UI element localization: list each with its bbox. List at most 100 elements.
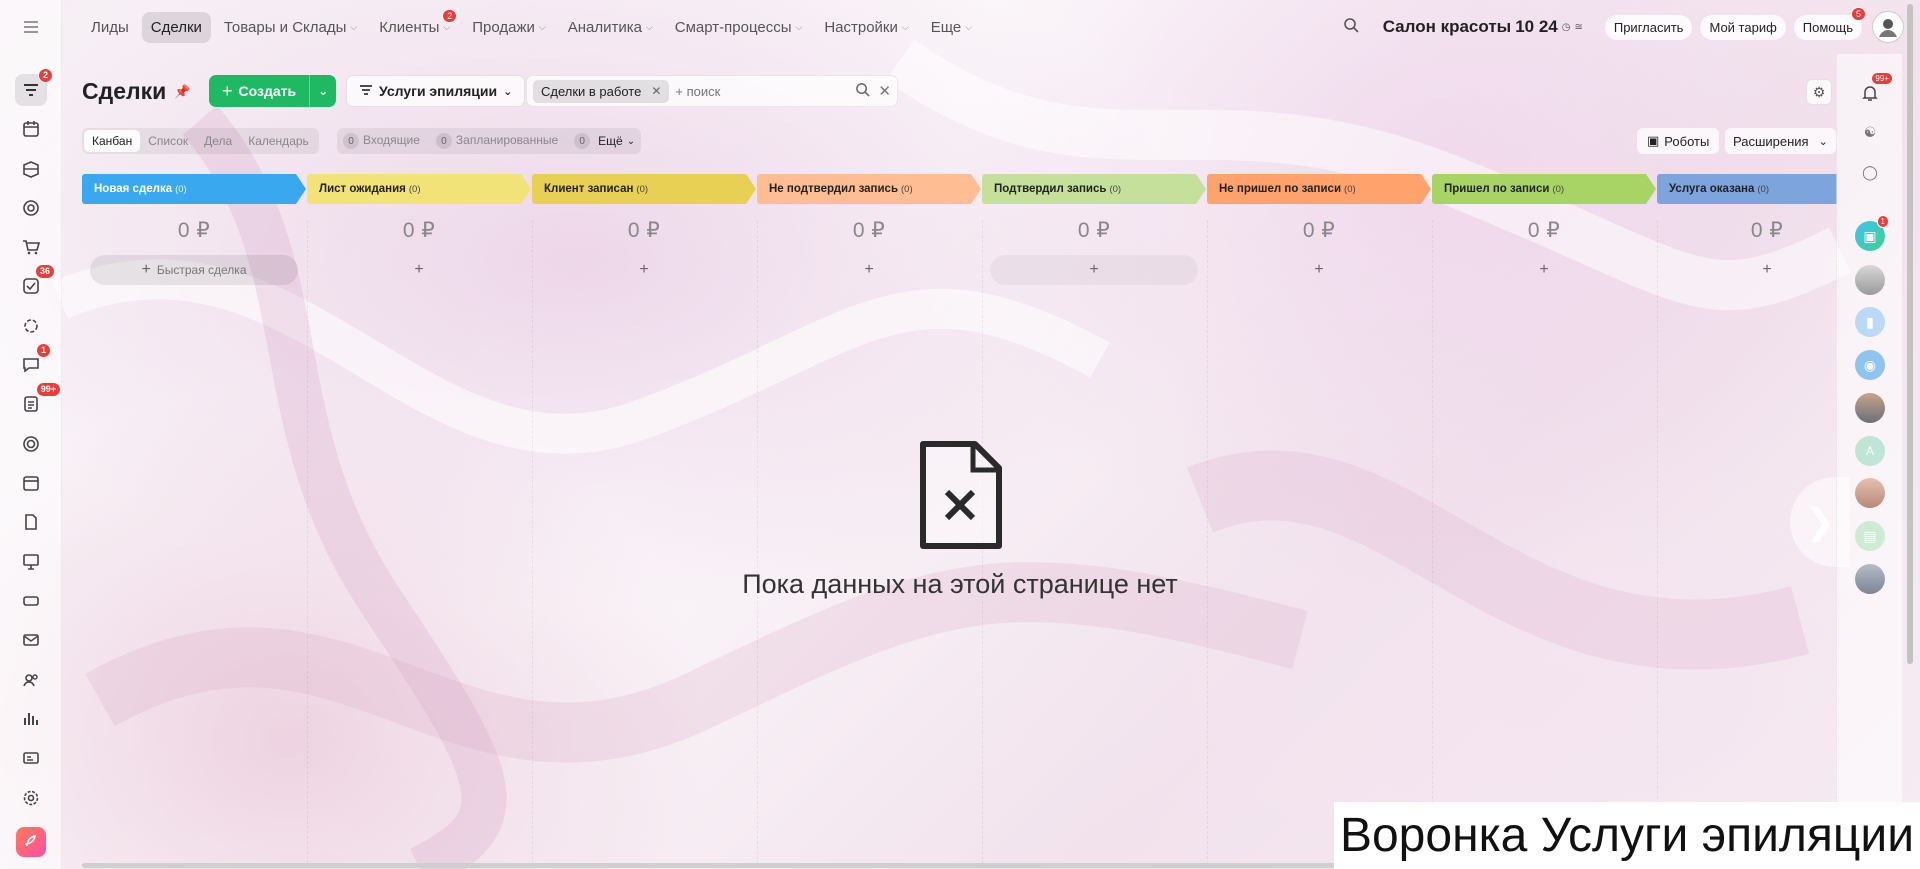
invite-button[interactable]: Пригласить [1604,14,1693,40]
vertical-scrollbar[interactable] [1905,0,1915,869]
create-button[interactable]: + Создать [209,75,311,107]
add-deal-button[interactable]: + [1440,255,1648,285]
scrollbar-thumb[interactable] [1907,4,1913,664]
sidebar-item-cards[interactable] [15,742,47,774]
sidebar-item-feed[interactable]: 2 [15,68,53,106]
sidebar-item-analytics[interactable] [15,703,47,735]
filter-chip[interactable]: Сделки в работе ✕ [533,79,670,103]
add-deal-button[interactable]: + [990,255,1198,285]
counter-incoming[interactable]: 0 Входящие [343,133,420,150]
bot-avatar[interactable]: ◉ [1855,350,1885,380]
plus-icon: + [1762,261,1772,278]
contact-avatar[interactable] [1855,393,1885,423]
chevron-down-icon: ⌵ [538,21,546,32]
settings-sliders-icon: ≅ [1574,21,1583,33]
nav-smart-processes[interactable]: Смарт-процессы ⌵ [666,12,812,43]
stage-header[interactable]: Услуга оказана (0) [1657,174,1837,204]
sidebar-item-tasks[interactable]: 36 [15,264,55,302]
user-icon [1879,19,1897,37]
menu-icon[interactable] [15,11,47,43]
help-button[interactable]: Помощь 5 [1793,6,1866,40]
search-input[interactable] [675,83,846,99]
create-dropdown-button[interactable]: ⌄ [310,75,336,107]
open-channel-button[interactable]: ▣ 1 [1855,215,1889,251]
sidebar-item-calendar-tasks[interactable] [15,113,47,145]
sidebar-item-drive[interactable] [15,585,47,617]
clients-badge: 2 [442,8,458,23]
tariff-button[interactable]: Мой тариф [1700,14,1786,40]
nav-leads[interactable]: Лиды [82,12,138,43]
sidebar-item-store[interactable] [15,153,47,185]
view-switcher: Канбан Список Дела Календарь [82,128,319,154]
stage-header[interactable]: Лист ожидания (0) [307,174,531,204]
tab-calendar[interactable]: Календарь [240,130,317,152]
user-avatar[interactable] [1872,11,1904,43]
search-icon[interactable] [1343,17,1359,38]
notes-icon[interactable]: ▤ [1855,521,1885,551]
nav-goods[interactable]: Товары и Склады ⌵ [215,12,366,43]
sidebar-item-documents[interactable]: 99+ [15,382,61,420]
plus-icon: + [141,261,151,278]
extensions-button[interactable]: Расширения ⌄ [1725,128,1836,154]
empty-file-icon [920,441,1002,549]
contact-avatar[interactable] [1855,265,1885,295]
empty-state-text: Пока данных на этой странице нет [742,569,1178,599]
stage-header[interactable]: Новая сделка (0) [82,174,306,204]
sidebar-item-calendar[interactable] [15,467,47,499]
tab-activities[interactable]: Дела [196,130,240,152]
copilot-button[interactable]: ☯ [1855,117,1885,147]
contact-avatar[interactable]: А [1855,436,1885,466]
bookmark-icon[interactable]: ▮ [1855,307,1885,337]
sidebar-item-mail[interactable] [15,624,47,656]
nav-settings[interactable]: Настройки ⌵ [815,12,917,43]
sidebar-item-files[interactable] [15,506,47,538]
close-icon[interactable]: ✕ [651,84,661,98]
sidebar-item-shop[interactable] [15,231,47,263]
sidebar-item-target[interactable] [15,192,47,224]
nav-analytics[interactable]: Аналитика ⌵ [559,12,662,43]
kanban-settings-button[interactable]: ⚙ [1806,79,1832,105]
sidebar-item-support[interactable] [15,428,47,460]
empty-state: Пока данных на этой странице нет [680,440,1240,600]
funnel-selector[interactable]: Услуги эпиляции ⌄ [346,75,526,107]
add-deal-button[interactable]: + [540,255,748,285]
add-deal-button[interactable]: + [315,255,523,285]
bell-icon [1862,86,1878,101]
stage-header[interactable]: Пришел по записи (0) [1432,174,1656,204]
add-deal-button[interactable]: + [765,255,973,285]
stage-header[interactable]: Не пришел по записи (0) [1207,174,1431,204]
robots-button[interactable]: ▣ Роботы [1637,128,1720,154]
search-icon[interactable] [855,82,871,101]
contact-avatar[interactable] [1855,564,1885,594]
stage-header[interactable]: Клиент записан (0) [532,174,756,204]
clear-icon[interactable]: ✕ [878,82,891,100]
pin-icon[interactable]: 📌 [174,84,190,100]
messages-button[interactable]: ◯ [1855,157,1885,187]
quick-deal-button[interactable]: + Быстрая сделка [90,255,298,285]
sidebar-item-automation[interactable] [15,310,47,342]
notifications-button[interactable]: 99+ [1855,72,1893,108]
stage-header[interactable]: Подтвердил запись (0) [982,174,1206,204]
stage-header[interactable]: Не подтвердил запись (0) [757,174,981,204]
plus-icon: + [1539,261,1549,278]
tab-kanban[interactable]: Канбан [84,130,141,152]
notifications-badge: 99+ [1871,72,1893,85]
contact-avatar[interactable] [1855,478,1885,508]
sidebar-item-presentation[interactable] [15,546,47,578]
counter-more[interactable]: 0 Ещё ⌄ [574,133,635,149]
counter-planned[interactable]: 0 Запланированные [435,133,558,150]
nav-clients[interactable]: Клиенты ⌵ 2 [370,8,459,43]
nav-sales[interactable]: Продажи ⌵ [463,12,554,43]
add-deal-button[interactable]: + [1215,255,1423,285]
sidebar-item-chat[interactable]: 1 [15,343,51,381]
add-deal-button[interactable]: + [1665,255,1829,285]
company-name[interactable]: Салон красоты 10 24 ◷ ≅ [1383,17,1583,37]
nav-more[interactable]: Еще ⌵ [922,12,981,43]
sidebar-item-market[interactable] [16,827,46,857]
sidebar-item-contacts[interactable] [15,664,47,696]
tab-list[interactable]: Список [140,130,196,152]
people-icon [23,674,38,687]
nav-deals[interactable]: Сделки [141,11,211,43]
sidebar-item-settings[interactable] [15,782,47,814]
cart-icon [23,240,41,255]
